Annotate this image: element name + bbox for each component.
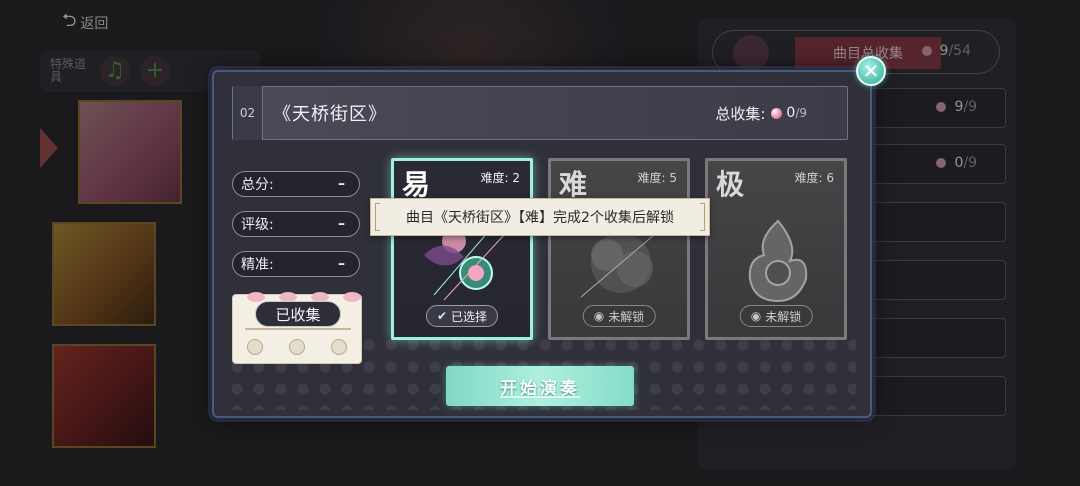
unlock-hint-tooltip: 曲目《天桥街区》【难】完成2个收集后解锁 [370, 198, 710, 236]
collection-count: 0 [786, 105, 796, 121]
song-title: 《天桥街区》 [273, 104, 387, 125]
accuracy-label: 精准: [241, 257, 274, 273]
close-icon: ✕ [862, 59, 880, 83]
accuracy-row: 精准: – [232, 251, 360, 277]
collection-total: /9 [795, 106, 807, 120]
difficulty-card-easy[interactable]: 易 难度: 2 ✔ 已选择 [391, 158, 533, 340]
eye-icon: ◉ [750, 309, 762, 323]
collected-label: 已收集 [255, 301, 341, 327]
accuracy-value: – [338, 256, 345, 272]
flower-decoration [233, 287, 363, 302]
total-score-label: 总分: [241, 177, 274, 193]
total-collection-label: 总收集: [715, 104, 766, 123]
rating-label: 评级: [241, 217, 274, 233]
locked-status-badge: ◉ 未解锁 [582, 305, 656, 327]
flame-art-icon [748, 219, 808, 303]
song-title-bar: 02 《天桥街区》 总收集: 0 /9 [232, 86, 848, 140]
difficulty-card-extreme[interactable]: 极 难度: 6 ◉ 未解锁 [705, 158, 847, 340]
gem-icon [771, 107, 783, 119]
collectible-slot-icon [289, 339, 305, 355]
check-icon: ✔ [436, 309, 448, 323]
start-play-label: 开始演奏 [500, 378, 580, 399]
total-score-row: 总分: – [232, 171, 360, 197]
difficulty-char: 极 [716, 168, 745, 201]
difficulty-card-hard[interactable]: 难 难度: 5 ◉ 未解锁 [548, 158, 690, 340]
difficulty-level: 难度: 5 [637, 171, 678, 185]
total-score-value: – [338, 176, 345, 192]
start-play-button[interactable]: 开始演奏 [446, 366, 634, 406]
difficulty-char: 难 [559, 168, 588, 201]
rating-value: – [338, 216, 345, 232]
total-collection-status: 总收集: 0 /9 [715, 103, 807, 124]
difficulty-level: 难度: 2 [480, 171, 521, 185]
difficulty-level: 难度: 6 [794, 171, 835, 185]
close-button[interactable]: ✕ [856, 56, 886, 86]
collectible-slot-icon [247, 339, 263, 355]
locked-status-badge: ◉ 未解锁 [739, 305, 813, 327]
difficulty-char: 易 [402, 168, 431, 201]
eye-icon: ◉ [593, 309, 605, 323]
selected-status-badge: ✔ 已选择 [425, 305, 499, 327]
rating-row: 评级: – [232, 211, 360, 237]
divider [245, 328, 351, 330]
song-number: 02 [233, 86, 263, 140]
collectible-slot-icon [331, 339, 347, 355]
button-underline [500, 396, 580, 398]
collected-items-box: 已收集 [232, 292, 362, 364]
